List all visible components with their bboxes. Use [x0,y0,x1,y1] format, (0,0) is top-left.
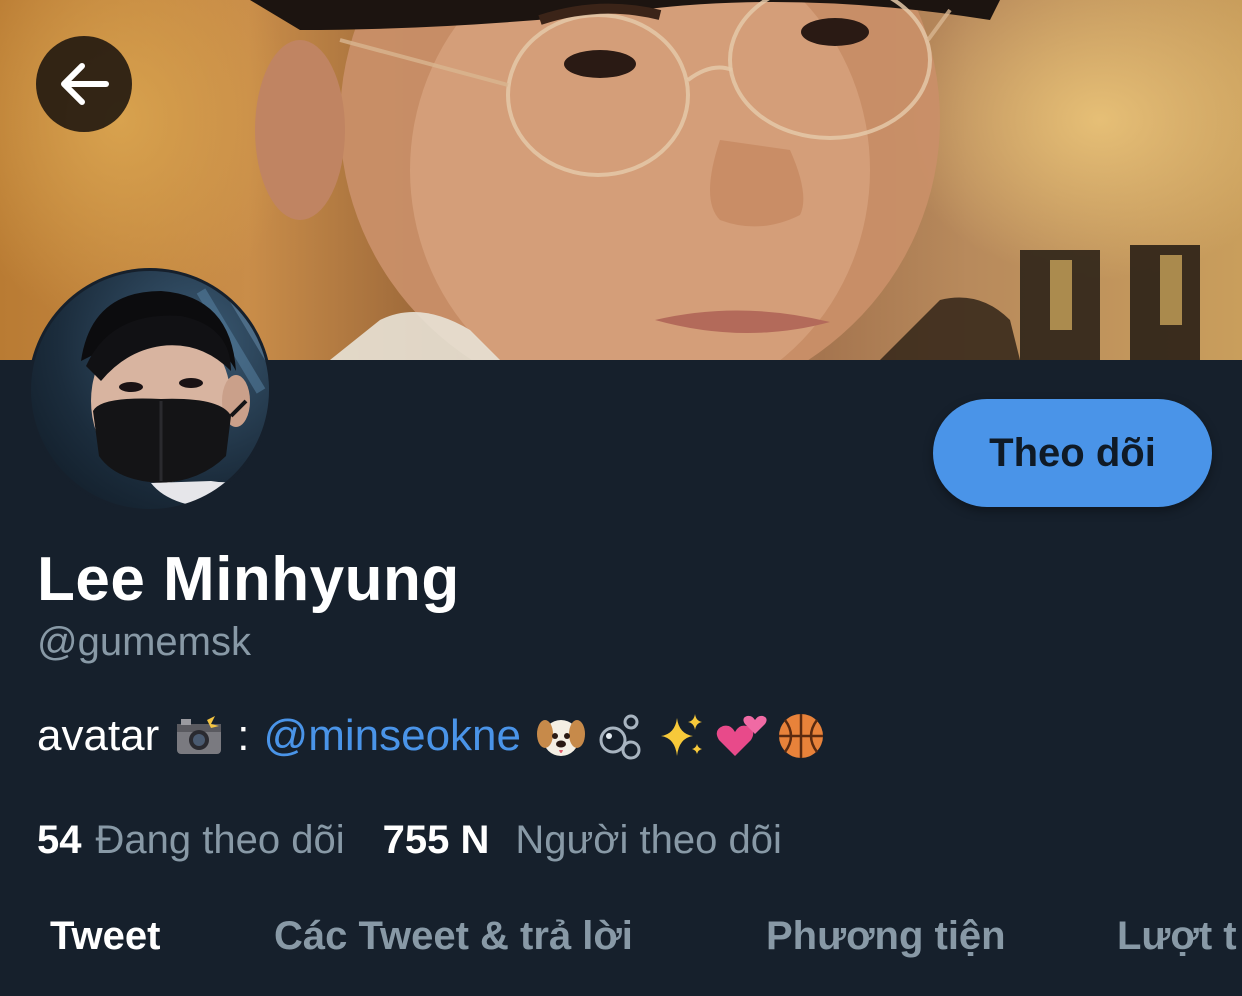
two-hearts-icon [715,710,767,762]
avatar[interactable] [28,268,272,512]
user-handle: @gumemsk [37,620,251,664]
arrow-left-icon [61,63,109,105]
follow-stats: 54 Đang theo dõi 755 N Người theo dõi [37,818,782,863]
basketball-icon [775,710,827,762]
followers-count: 755 N [382,818,490,862]
following-count: 54 [37,818,82,862]
tab-likes[interactable]: Lượt t [1117,914,1237,959]
bio-separator: : [237,711,250,760]
dog-face-icon [535,710,587,762]
followers-label: Người theo dõi [515,818,782,862]
tab-media[interactable]: Phương tiện [766,914,1006,959]
camera-flash-icon [173,710,225,762]
bio-mention-link[interactable]: @minseokne [264,711,521,761]
following-link[interactable]: 54 Đang theo dõi [37,818,345,863]
display-name: Lee Minhyung [37,545,460,614]
bio-text: avatar [37,711,160,760]
tab-tweets-replies[interactable]: Các Tweet & trả lời [274,914,633,959]
bubbles-icon [595,710,647,762]
profile-tabs: Tweet Các Tweet & trả lời Phương tiện Lư… [0,906,1242,976]
following-label: Đang theo dõi [95,818,345,862]
avatar-photo [31,271,269,509]
bio: avatar : @minseokne [37,710,831,762]
profile-page: Theo dõi Lee Minhyung @gumemsk avatar : … [0,0,1242,996]
sparkles-icon [655,710,707,762]
followers-link[interactable]: 755 N Người theo dõi [383,818,782,863]
back-button[interactable] [36,36,132,132]
tab-tweets[interactable]: Tweet [50,914,160,959]
follow-button[interactable]: Theo dõi [933,399,1212,507]
